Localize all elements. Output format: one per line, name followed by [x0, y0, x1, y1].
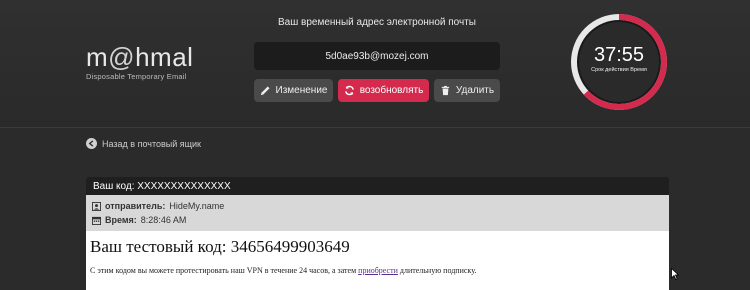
message-meta: отправитель: HideMy.name Время: 8:28:46 …: [86, 195, 669, 231]
mouse-cursor-icon: [671, 268, 679, 280]
message-subject: Ваш код: XXXXXXXXXXXXXX: [86, 177, 669, 195]
edit-button-label: Изменение: [275, 85, 328, 96]
email-address-field[interactable]: 5d0ae93b@mozej.com: [254, 42, 500, 70]
delete-button-label: Удалить: [455, 85, 495, 96]
time-value: 8:28:46 AM: [140, 215, 187, 225]
message-text: С этим кодом вы можете протестировать на…: [90, 266, 477, 275]
back-label: Назад в почтовый ящик: [102, 138, 201, 149]
header: m@hmal Disposable Temporary Email Ваш вр…: [0, 0, 750, 128]
pencil-icon: [260, 86, 270, 96]
refresh-button[interactable]: возобновлять: [338, 79, 429, 102]
logo[interactable]: m@hmal Disposable Temporary Email: [86, 44, 193, 81]
refresh-button-label: возобновлять: [359, 85, 424, 96]
email-label: Ваш временный адрес электронной почты: [278, 17, 476, 28]
timer-value: 37:55: [593, 44, 645, 66]
time-label: Время:: [105, 215, 137, 225]
sender-value: HideMy.name: [169, 201, 225, 211]
timer-label: Срок действия Время: [591, 67, 647, 73]
message-body: Ваш тестовый код: 34656499903649 С этим …: [86, 231, 669, 290]
trash-icon: [441, 85, 450, 96]
calendar-icon: [92, 216, 101, 225]
arrow-left-icon: [86, 138, 97, 149]
user-card-icon: [92, 201, 101, 211]
purchase-link[interactable]: приобрести: [358, 266, 398, 275]
delete-button[interactable]: Удалить: [434, 79, 500, 102]
edit-button[interactable]: Изменение: [254, 79, 333, 102]
logo-wordmark: m@hmal: [86, 42, 194, 72]
logo-tagline: Disposable Temporary Email: [86, 72, 187, 81]
refresh-icon: [344, 85, 354, 96]
sender-label: отправитель:: [105, 201, 166, 211]
back-to-inbox-link[interactable]: Назад в почтовый ящик: [86, 138, 201, 149]
code-heading: Ваш тестовый код: 34656499903649: [90, 237, 350, 256]
